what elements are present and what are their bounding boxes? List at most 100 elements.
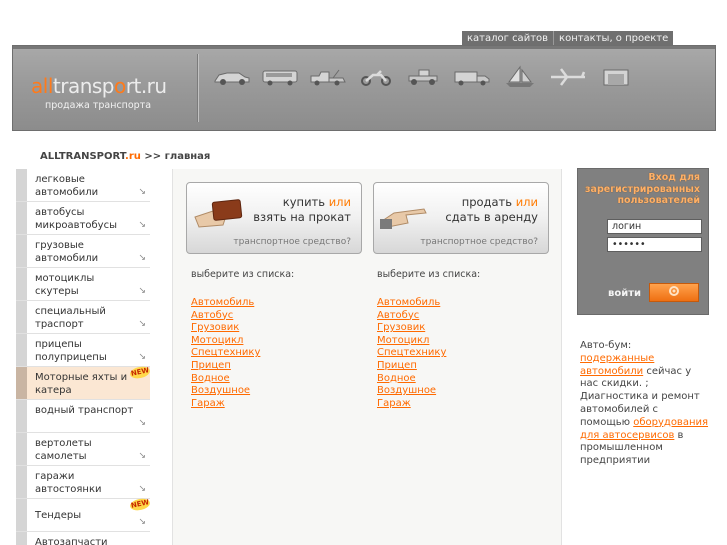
arrow-icon: ↘	[138, 418, 146, 428]
login-title: Вход для зарегистрированных пользователе…	[585, 172, 700, 206]
login-submit-label: войти	[608, 288, 642, 299]
sidebar-item-label: легковые автомобили	[35, 174, 99, 198]
sidebar-item-tenders[interactable]: Тендеры NEW ↘	[16, 497, 151, 532]
bus-icon[interactable]	[261, 64, 299, 90]
sell-promo-button[interactable]: продать или сдать в аренду транспортное …	[373, 182, 549, 254]
logo-text: alltransport.ru	[31, 74, 167, 98]
sell-link-garage[interactable]: Гараж	[377, 398, 480, 411]
header-banner: alltransport.ru продажа транспорта	[12, 45, 716, 131]
buy-link-car[interactable]: Автомобиль	[191, 297, 294, 310]
sidebar-item-label: автобусы микроавтобусы	[35, 207, 117, 231]
garage-icon[interactable]	[597, 64, 635, 90]
buy-link-air[interactable]: Воздушное	[191, 385, 294, 398]
buy-category-list: выберите из списка: Автомобиль Автобус Г…	[191, 269, 294, 410]
breadcrumb-site[interactable]: ALLTRANSPORT	[40, 151, 125, 162]
breadcrumb-separator: >>	[140, 151, 165, 162]
password-field[interactable]: ••••••	[607, 237, 702, 252]
sidebar-bar	[16, 400, 27, 432]
buy-link-trailer[interactable]: Прицеп	[191, 360, 294, 373]
motorcycle-icon[interactable]	[357, 64, 395, 90]
buy-promo-button[interactable]: купить или взять на прокат транспортное …	[186, 182, 362, 254]
sell-promo-subtitle: транспортное средство?	[420, 237, 538, 247]
tractor-icon[interactable]	[405, 64, 443, 90]
sailboat-icon[interactable]	[501, 64, 539, 90]
sidebar-item-parts[interactable]: Автозапчасти	[16, 532, 150, 545]
nav-contacts-link[interactable]: контакты, о проекте	[554, 31, 674, 46]
wallet-hand-icon	[193, 195, 247, 234]
trailer-icon[interactable]	[453, 64, 491, 90]
sell-link-truck[interactable]: Грузовик	[377, 322, 480, 335]
sidebar-item-trailers[interactable]: прицепы полуприцепы ↘	[16, 334, 150, 367]
sidebar-item-special[interactable]: специальный траспорт ↘	[16, 301, 150, 334]
arrow-icon: ↘	[138, 451, 146, 461]
sidebar-item-label: гаражи автостоянки	[35, 471, 102, 495]
header-divider	[197, 54, 199, 122]
sidebar-bar	[16, 367, 27, 399]
sidebar-item-trucks[interactable]: грузовые автомобили ↘	[16, 235, 150, 268]
sell-link-water[interactable]: Водное	[377, 373, 480, 386]
username-field[interactable]: логин	[607, 219, 702, 234]
sidebar-item-label: прицепы полуприцепы	[35, 339, 107, 363]
sell-link-car[interactable]: Автомобиль	[377, 297, 480, 310]
sidebar-item-label: вертолеты самолеты	[35, 438, 92, 462]
arrow-icon: ↘	[138, 352, 146, 362]
sidebar-item-label: мотоциклы скутеры	[35, 273, 95, 297]
arrow-icon: ↘	[138, 286, 146, 296]
nav-catalog-link[interactable]: каталог сайтов	[462, 31, 555, 46]
login-panel: Вход для зарегистрированных пользователе…	[577, 168, 709, 315]
header-top-strip	[13, 46, 715, 49]
buy-link-garage[interactable]: Гараж	[191, 398, 294, 411]
logo[interactable]: alltransport.ru продажа транспорта	[31, 74, 167, 111]
arrow-icon: ↘	[138, 319, 146, 329]
buy-promo-text: купить или взять на прокат	[253, 195, 351, 224]
arrow-icon: ↘	[138, 484, 146, 494]
buy-link-water[interactable]: Водное	[191, 373, 294, 386]
pointing-hand-icon	[380, 195, 434, 234]
sidebar-bar	[16, 466, 27, 498]
gear-icon	[667, 284, 681, 301]
sidebar-bar	[16, 499, 27, 531]
arrow-icon: ↘	[138, 253, 146, 263]
sidebar-bar	[16, 268, 27, 300]
arrow-icon: ↘	[138, 187, 146, 197]
sidebar-item-label: Тендеры	[35, 510, 82, 521]
sidebar-item-label: водный транспорт	[35, 405, 134, 416]
sidebar-item-water[interactable]: водный транспорт ↘	[16, 400, 150, 433]
sidebar-item-cars[interactable]: легковые автомобили ↘	[16, 169, 150, 202]
login-submit-button[interactable]	[649, 283, 699, 302]
sidebar-item-aircraft[interactable]: вертолеты самолеты ↘	[16, 433, 150, 466]
sell-link-air[interactable]: Воздушное	[377, 385, 480, 398]
sell-link-special[interactable]: Спецтехнику	[377, 347, 480, 360]
sidebar-bar	[16, 301, 27, 333]
car-icon[interactable]	[213, 64, 251, 90]
sell-category-list: выберите из списка: Автомобиль Автобус Г…	[377, 269, 480, 410]
arrow-icon: ↘	[138, 517, 146, 527]
sidebar-item-label: специальный траспорт	[35, 306, 106, 330]
sidebar-bar	[16, 334, 27, 366]
buy-list-caption: выберите из списка:	[191, 269, 295, 280]
buy-link-truck[interactable]: Грузовик	[191, 322, 294, 335]
breadcrumb: ALLTRANSPORT.ru >> главная	[40, 151, 210, 162]
sidebar-item-garages[interactable]: гаражи автостоянки ↘	[16, 466, 150, 499]
sidebar-nav: легковые автомобили ↘ автобусы микроавтоб…	[16, 169, 151, 545]
tow-truck-icon[interactable]	[309, 64, 347, 90]
sidebar-item-buses[interactable]: автобусы микроавтобусы ↘	[16, 202, 150, 235]
buy-link-motorcycle[interactable]: Мотоцикл	[191, 335, 294, 348]
new-badge: NEW	[128, 497, 151, 512]
buy-link-special[interactable]: Спецтехнику	[191, 347, 294, 360]
sell-link-trailer[interactable]: Прицеп	[377, 360, 480, 373]
sell-promo-text: продать или сдать в аренду	[445, 195, 538, 224]
sidebar-bar	[16, 202, 27, 234]
sell-link-bus[interactable]: Автобус	[377, 310, 480, 323]
airplane-icon[interactable]	[549, 64, 587, 90]
tagline: продажа транспорта	[45, 100, 152, 111]
sell-link-motorcycle[interactable]: Мотоцикл	[377, 335, 480, 348]
top-nav: каталог сайтов контакты, о проекте	[462, 31, 674, 46]
sidebar-bar	[16, 169, 27, 201]
arrow-icon: ↘	[138, 220, 146, 230]
buy-promo-subtitle: транспортное средство?	[233, 237, 351, 247]
sidebar-item-motorcycles[interactable]: мотоциклы скутеры ↘	[16, 268, 150, 301]
buy-link-bus[interactable]: Автобус	[191, 310, 294, 323]
breadcrumb-tld[interactable]: .ru	[125, 151, 141, 162]
sidebar-item-yachts[interactable]: Моторные яхты и катера NEW	[16, 365, 151, 400]
